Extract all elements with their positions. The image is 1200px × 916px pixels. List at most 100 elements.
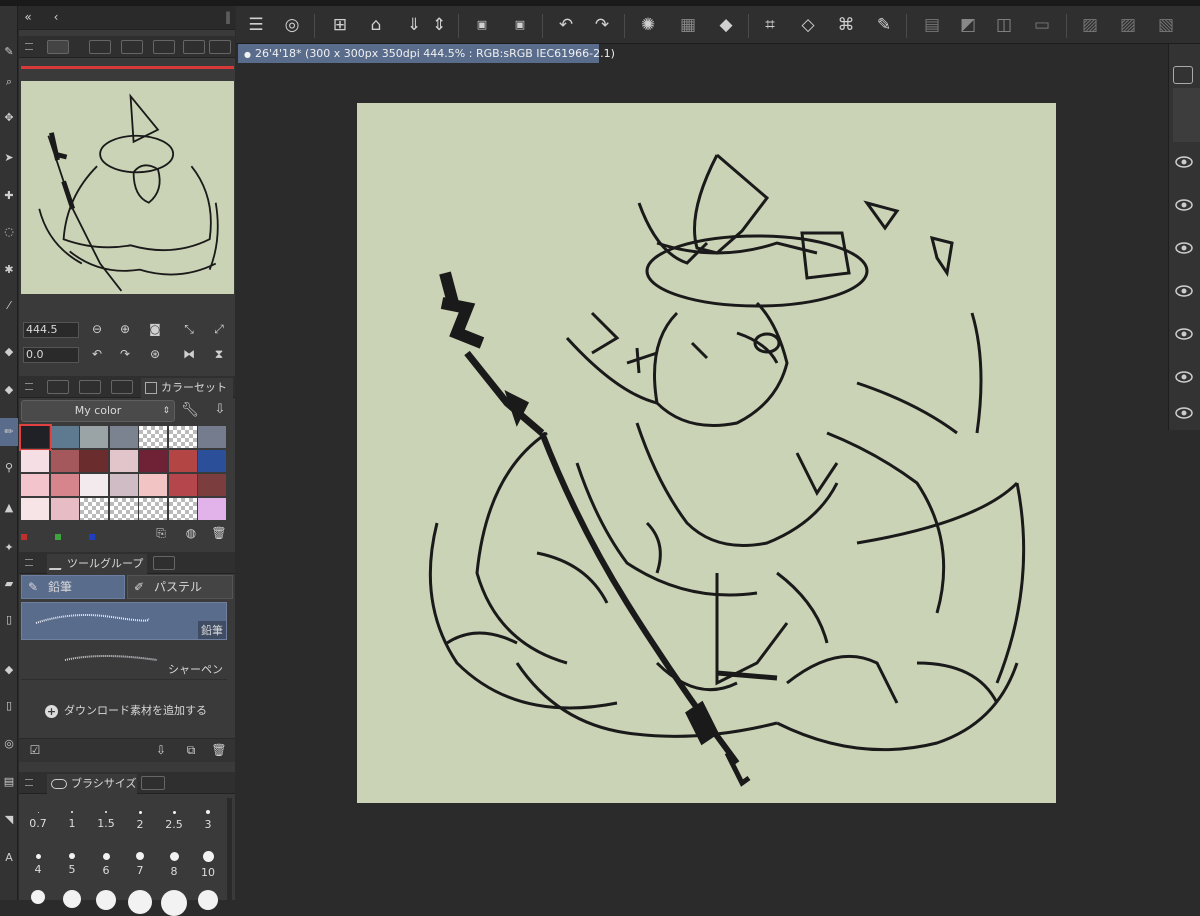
brush-size-dot-large[interactable] [198,890,218,910]
brush-item-mechanical-pencil[interactable]: シャーペン [21,642,227,680]
rotate-value-field[interactable]: 0.0 [23,347,79,363]
figure-tool-icon[interactable]: ◎ [0,734,18,754]
collapse-icon[interactable]: « [21,10,35,24]
undo-icon[interactable]: ↶ [554,14,578,36]
save-options-icon[interactable]: ⇕ [432,14,446,36]
brush-size-option[interactable]: 2 [123,802,157,831]
color-wheel-tab-icon[interactable] [47,380,69,394]
reset-rotation-icon[interactable]: ⊛ [147,347,163,361]
brush-size-dot-large[interactable] [161,890,187,916]
brush-size-option[interactable]: 2.5 [157,802,191,831]
brush-density-tab-icon[interactable] [141,776,165,790]
clip-studio-icon[interactable]: ◎ [280,14,304,36]
fill-icon[interactable]: ◆ [714,14,738,36]
color-swatch[interactable] [80,450,109,473]
layer-option-3-icon[interactable]: ◫ [992,14,1016,36]
pen-tool-icon-2[interactable]: ◆ [0,342,18,362]
zoom-fit-icon[interactable]: ◙ [147,322,163,336]
gradient-tool-icon[interactable]: ▯ [0,696,18,716]
document-tab[interactable]: ● 26'4'18* (300 x 300px 350dpi 444.5% : R… [238,44,615,63]
pencil-tool-icon[interactable]: ◆ [0,380,18,400]
selection-option-1-icon[interactable]: ▨ [1078,14,1102,36]
brush-size-option[interactable]: 1 [55,802,89,830]
color-swatch[interactable] [198,450,227,473]
flip-vertical-icon[interactable]: ⧗ [211,347,227,362]
color-swatch[interactable] [139,450,168,473]
save-icon[interactable]: ⇓ [402,14,426,36]
color-swatch[interactable] [168,450,198,473]
flip-horizontal-icon[interactable]: ⧓ [181,347,197,361]
layer-option-2-icon[interactable]: ◩ [956,14,980,36]
decoration-tool-icon[interactable]: ✦ [0,538,18,558]
color-swatch[interactable] [50,474,80,497]
tab-color-set[interactable]: カラーセット [141,378,233,398]
layer-panel-toggle-icon[interactable] [1173,66,1193,84]
add-download-material-button[interactable]: + ダウンロード素材を追加する [45,702,225,720]
fill-tool-icon[interactable]: ◆ [0,660,18,680]
subview-tab-icon[interactable] [89,40,111,54]
zoom-value-field[interactable]: 444.5 [23,322,79,338]
export-png-icon[interactable]: ▣ [508,14,532,36]
color-swatch[interactable] [80,426,109,449]
color-swatch[interactable] [109,426,139,449]
color-swatch[interactable] [109,474,139,497]
pen-tool-icon[interactable]: ✎ [0,42,18,62]
intermediate-color-tab-icon[interactable] [111,380,133,394]
correct-line-icon[interactable]: ✎ [872,14,896,36]
brush-size-option[interactable]: 3 [191,802,225,831]
color-slider-tab-icon[interactable] [79,380,101,394]
color-swatch[interactable] [109,450,139,473]
airbrush-tool-icon[interactable]: ▲ [0,498,18,518]
tab-tool-group[interactable]: ツールグループ [47,554,147,574]
color-swatch[interactable] [168,426,198,449]
import-tool-icon[interactable]: ⇩ [153,743,169,757]
duplicate-tool-icon[interactable]: ⧉ [183,743,199,758]
color-swatch[interactable] [139,498,168,521]
brush-size-option[interactable]: 1.5 [89,802,123,830]
color-swatch[interactable] [50,450,80,473]
color-swatch[interactable] [198,498,227,521]
brush-size-option[interactable]: 6 [89,846,123,877]
open-file-icon[interactable]: ⌂ [364,14,388,36]
blend-tool-icon[interactable]: ▯ [0,610,18,630]
color-swatch[interactable] [80,498,109,521]
brush-tool-icon[interactable]: ⚲ [0,458,18,478]
brush-size-dot-large[interactable] [31,890,45,904]
transform-icon[interactable]: ⌗ [758,14,782,36]
redo-icon[interactable]: ↷ [590,14,614,36]
rotate-left-icon[interactable]: ↶ [89,347,105,361]
color-set-dropdown[interactable]: My color ⇕ [21,400,175,422]
layer-visibility-eye-icon[interactable] [1175,371,1193,383]
layer-property-tab-icon[interactable] [183,40,205,54]
operation-tool-icon[interactable]: ➤ [0,148,18,168]
color-swatch[interactable] [168,498,198,521]
brush-size-option[interactable]: 7 [123,846,157,877]
clear-icon[interactable]: ▦ [676,14,700,36]
add-from-canvas-icon[interactable]: ◍ [183,526,199,540]
info-tab-icon[interactable] [121,40,143,54]
new-file-icon[interactable]: ⊞ [328,14,352,36]
add-color-icon[interactable]: ⎘ [153,526,169,541]
layer-visibility-eye-icon[interactable] [1175,199,1193,211]
color-swatch[interactable] [21,498,50,521]
zoom-in-icon[interactable]: ⊕ [117,322,133,336]
color-swatch[interactable] [139,426,168,449]
move-tool-icon[interactable]: ✥ [0,108,18,128]
wrench-icon[interactable]: 🔧︎ [181,402,199,418]
download-tab-icon[interactable] [209,40,231,54]
brush-size-scrollbar[interactable] [227,798,232,900]
color-swatch[interactable] [50,498,80,521]
brush-size-dot-large[interactable] [63,890,81,908]
layer-option-1-icon[interactable]: ▤ [920,14,944,36]
layer-option-4-icon[interactable]: ▭ [1030,14,1054,36]
history-tab-icon[interactable] [153,40,175,54]
color-swatch[interactable] [21,450,50,473]
fit-window-icon[interactable]: ⤡ [181,322,197,337]
brush-item-pencil[interactable]: 鉛筆 [21,602,227,640]
color-swatch[interactable] [109,498,139,521]
tab-pencil[interactable]: ✎ 鉛筆 [21,575,125,599]
trash-icon[interactable]: 🗑︎ [211,526,227,540]
layer-visibility-eye-icon[interactable] [1175,242,1193,254]
loading-icon[interactable]: ✺ [636,14,660,36]
color-swatch[interactable] [139,474,168,497]
